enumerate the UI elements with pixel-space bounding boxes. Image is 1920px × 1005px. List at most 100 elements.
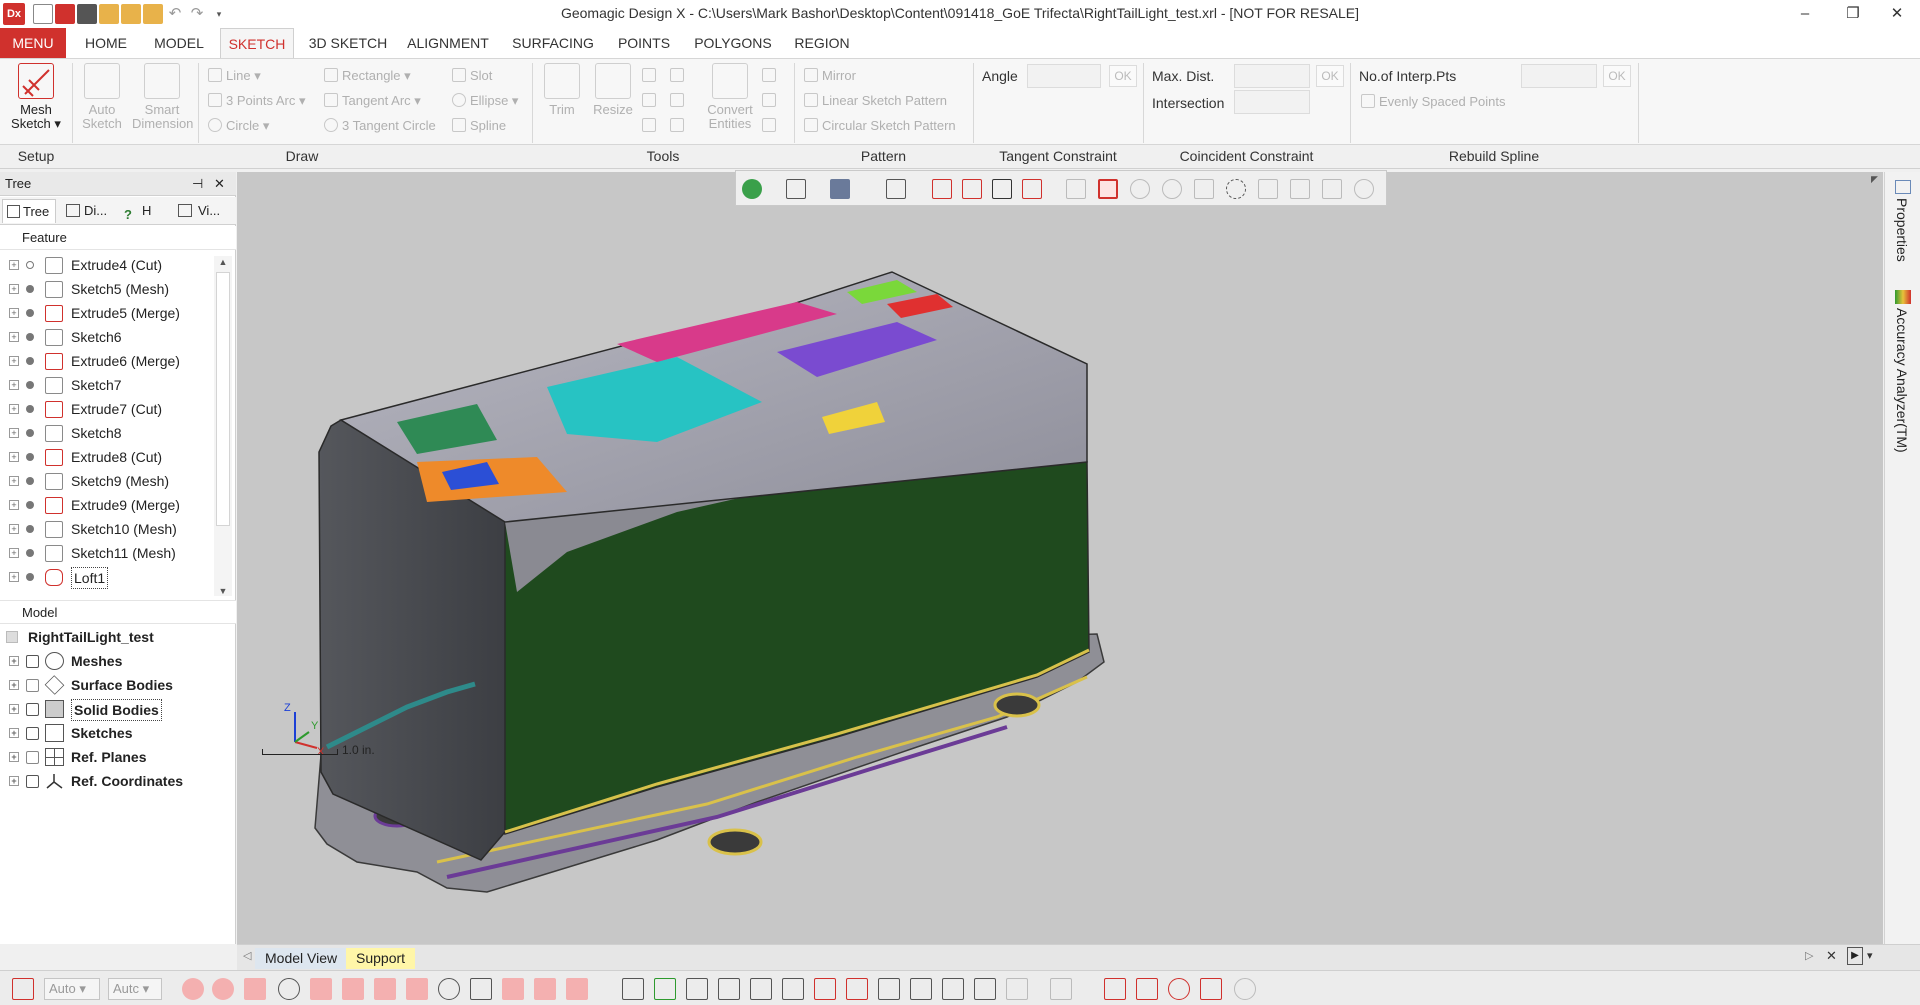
rectangle-select-icon[interactable] [1098,179,1118,199]
tab-region[interactable]: REGION [788,28,856,58]
split-view-icon[interactable] [992,179,1012,199]
feature-row[interactable]: + Extrude8 (Cut) [0,445,212,469]
render-mode-icon[interactable] [830,179,850,199]
angle-ok-button[interactable]: OK [1109,65,1137,87]
expand-icon[interactable]: + [9,260,19,270]
shrink-selection-icon[interactable] [878,978,900,1000]
feature-row[interactable]: + Loft1 [0,565,212,589]
circle-button[interactable]: Circle ▾ [208,118,269,134]
max-dist-ok-button[interactable]: OK [1316,65,1344,87]
tab-scroll-right-icon[interactable]: ▷ [1805,949,1813,962]
tab-scroll-left-icon[interactable]: ◁ [243,949,251,962]
visible-only-icon[interactable] [1354,179,1374,199]
select-connected-icon[interactable] [910,978,932,1000]
circle-select-icon[interactable] [1130,179,1150,199]
feature-row[interactable]: + Extrude5 (Merge) [0,301,212,325]
visibility-dot-icon[interactable] [26,309,34,317]
feature-row[interactable]: + Sketch6 [0,325,212,349]
scroll-down-icon[interactable]: ▼ [217,586,229,596]
filter-plane-icon[interactable] [438,978,460,1000]
filter-region-icon[interactable] [406,978,428,1000]
split-button[interactable] [670,68,688,83]
filter-body-icon[interactable] [342,978,364,1000]
angle-field[interactable] [1027,64,1101,88]
expand-icon[interactable]: + [9,524,19,534]
feature-row[interactable]: + Sketch7 [0,373,212,397]
interp-pts-field[interactable] [1521,64,1597,88]
select-visible-icon[interactable] [654,978,676,1000]
model-item-sketches[interactable]: + Sketches [0,721,236,745]
feature-row[interactable]: + Sketch10 (Mesh) [0,517,212,541]
expand-icon[interactable]: + [9,428,19,438]
convert-entities-button[interactable]: Convert Entities [702,63,758,131]
mirror-button[interactable]: Mirror [804,68,856,83]
right-plane-icon[interactable] [962,179,982,199]
auto-sketch-button[interactable]: Auto Sketch [78,63,126,131]
hide-icon[interactable] [750,978,772,1000]
snap-icon[interactable] [12,978,34,1000]
expand-icon[interactable]: + [9,308,19,318]
measure-radius-icon[interactable] [1168,978,1190,1000]
filter-mesh-icon[interactable] [182,978,204,1000]
tab-help[interactable]: ? H [120,199,160,223]
deselect-icon[interactable] [718,978,740,1000]
eye-icon[interactable] [26,727,39,740]
filter-vector-icon[interactable] [470,978,492,1000]
filter-sketch-icon[interactable] [374,978,396,1000]
tab-model-view[interactable]: Model View [255,948,348,969]
filter-mode-combo[interactable]: Autc ▾ [108,978,162,1000]
iso-view-icon[interactable] [786,179,806,199]
expand-icon[interactable]: + [9,704,19,714]
visibility-dot-icon[interactable] [26,429,34,437]
visibility-dot-icon[interactable] [26,525,34,533]
visibility-dot-icon[interactable] [26,501,34,509]
expand-icon[interactable]: + [9,452,19,462]
three-points-arc-button[interactable]: 3 Points Arc ▾ [208,93,306,109]
visibility-dot-icon[interactable] [26,453,34,461]
expand-selection-icon[interactable] [846,978,868,1000]
tangent-arc-button[interactable]: Tangent Arc ▾ [324,93,421,109]
eye-icon[interactable] [26,655,39,668]
tab-view[interactable]: Vi... [174,199,230,223]
close-button[interactable]: ✕ [1878,2,1916,26]
spline-button[interactable]: Spline [452,118,506,133]
expand-icon[interactable]: + [9,476,19,486]
construction-button[interactable] [762,93,780,108]
tab-properties[interactable]: Properties [1894,198,1910,262]
tab-sketch[interactable]: SKETCH [220,28,294,58]
tab-list-dropdown-icon[interactable]: ▾ [1867,949,1873,962]
selection-mode-combo[interactable]: Auto ▾ [44,978,100,1000]
linear-sketch-pattern-button[interactable]: Linear Sketch Pattern [804,93,947,108]
expand-icon[interactable]: + [9,332,19,342]
visibility-dot-icon[interactable] [26,405,34,413]
feature-row[interactable]: + Extrude9 (Merge) [0,493,212,517]
tab-3d-sketch[interactable]: 3D SKETCH [300,28,396,58]
max-dist-field[interactable] [1234,64,1310,88]
move-entities-button[interactable] [642,118,660,133]
model-item-solid-bodies[interactable]: + Solid Bodies [0,697,236,721]
select-boundary-icon[interactable] [942,978,964,1000]
feature-row[interactable]: + Sketch9 (Mesh) [0,469,212,493]
expand-icon[interactable]: + [9,284,19,294]
freehand-select-icon[interactable] [1194,179,1214,199]
close-tab-icon[interactable]: ✕ [1826,948,1837,964]
model-item-ref-planes[interactable]: + Ref. Planes [0,745,236,769]
expand-icon[interactable]: + [9,776,19,786]
tab-menu[interactable]: MENU [0,28,66,58]
filter-points-icon[interactable] [212,978,234,1000]
filter-curve-icon[interactable] [566,978,588,1000]
next-tab-icon[interactable]: ▶ [1847,947,1863,965]
interp-pts-ok-button[interactable]: OK [1603,65,1631,87]
home-view-icon[interactable] [1022,179,1042,199]
tab-home[interactable]: HOME [72,28,140,58]
measure-angle-icon[interactable] [1136,978,1158,1000]
model-root-row[interactable]: RightTailLight_test [0,625,236,649]
slot-button[interactable]: Slot [452,68,492,83]
expand-icon[interactable]: + [9,356,19,366]
filter-face-icon[interactable] [278,978,300,1000]
pick-icon[interactable] [1006,978,1028,1000]
trim-button[interactable]: Trim [540,63,584,117]
measure-icon[interactable] [1104,978,1126,1000]
model-rendering[interactable] [237,172,1883,944]
model-item-ref-coordinates[interactable]: + Ref. Coordinates [0,769,236,793]
